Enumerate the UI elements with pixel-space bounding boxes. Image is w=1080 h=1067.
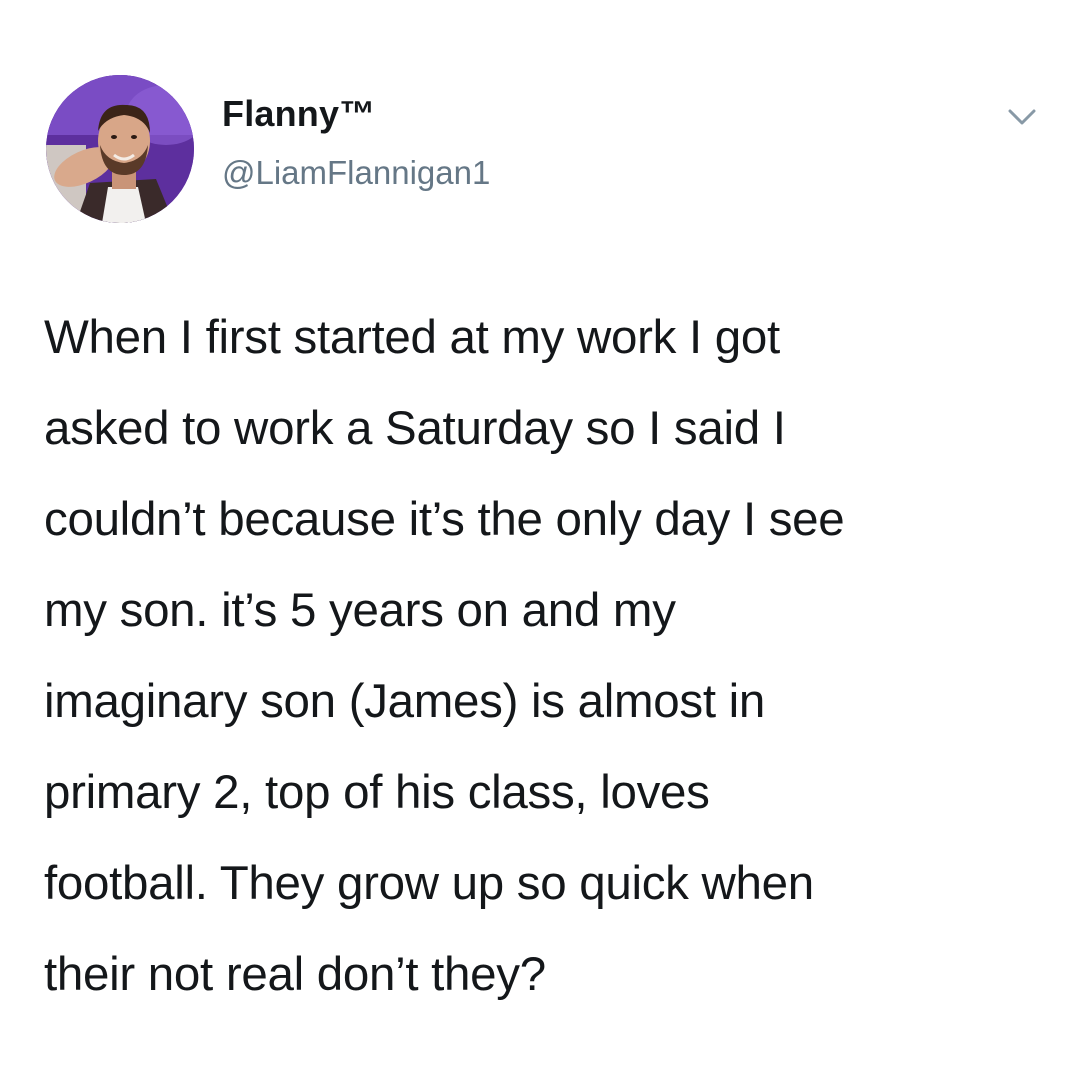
- profile-photo: [46, 75, 194, 223]
- tweet-text-line: my son. it’s 5 years on and my: [44, 584, 676, 637]
- tweet-text: When I first started at my work I got as…: [44, 292, 1054, 1020]
- tweet-text-line: asked to work a Saturday so I said I: [44, 402, 786, 455]
- tweet-card: Flanny™ @LiamFlannigan1 When I first sta…: [0, 0, 1080, 1067]
- chevron-down-icon[interactable]: [1004, 104, 1040, 130]
- author-handle[interactable]: @LiamFlannigan1: [222, 154, 490, 192]
- tweet-text-line: football. They grow up so quick when: [44, 857, 814, 910]
- tweet-text-line: When I first started at my work I got: [44, 311, 780, 364]
- tweet-text-line: primary 2, top of his class, loves: [44, 766, 710, 819]
- author-display-name[interactable]: Flanny™: [222, 94, 375, 134]
- tweet-text-line: imaginary son (James) is almost in: [44, 675, 765, 728]
- avatar[interactable]: [46, 75, 194, 223]
- tweet-text-line: couldn’t because it’s the only day I see: [44, 493, 845, 546]
- tweet-text-line: their not real don’t they?: [44, 948, 546, 1001]
